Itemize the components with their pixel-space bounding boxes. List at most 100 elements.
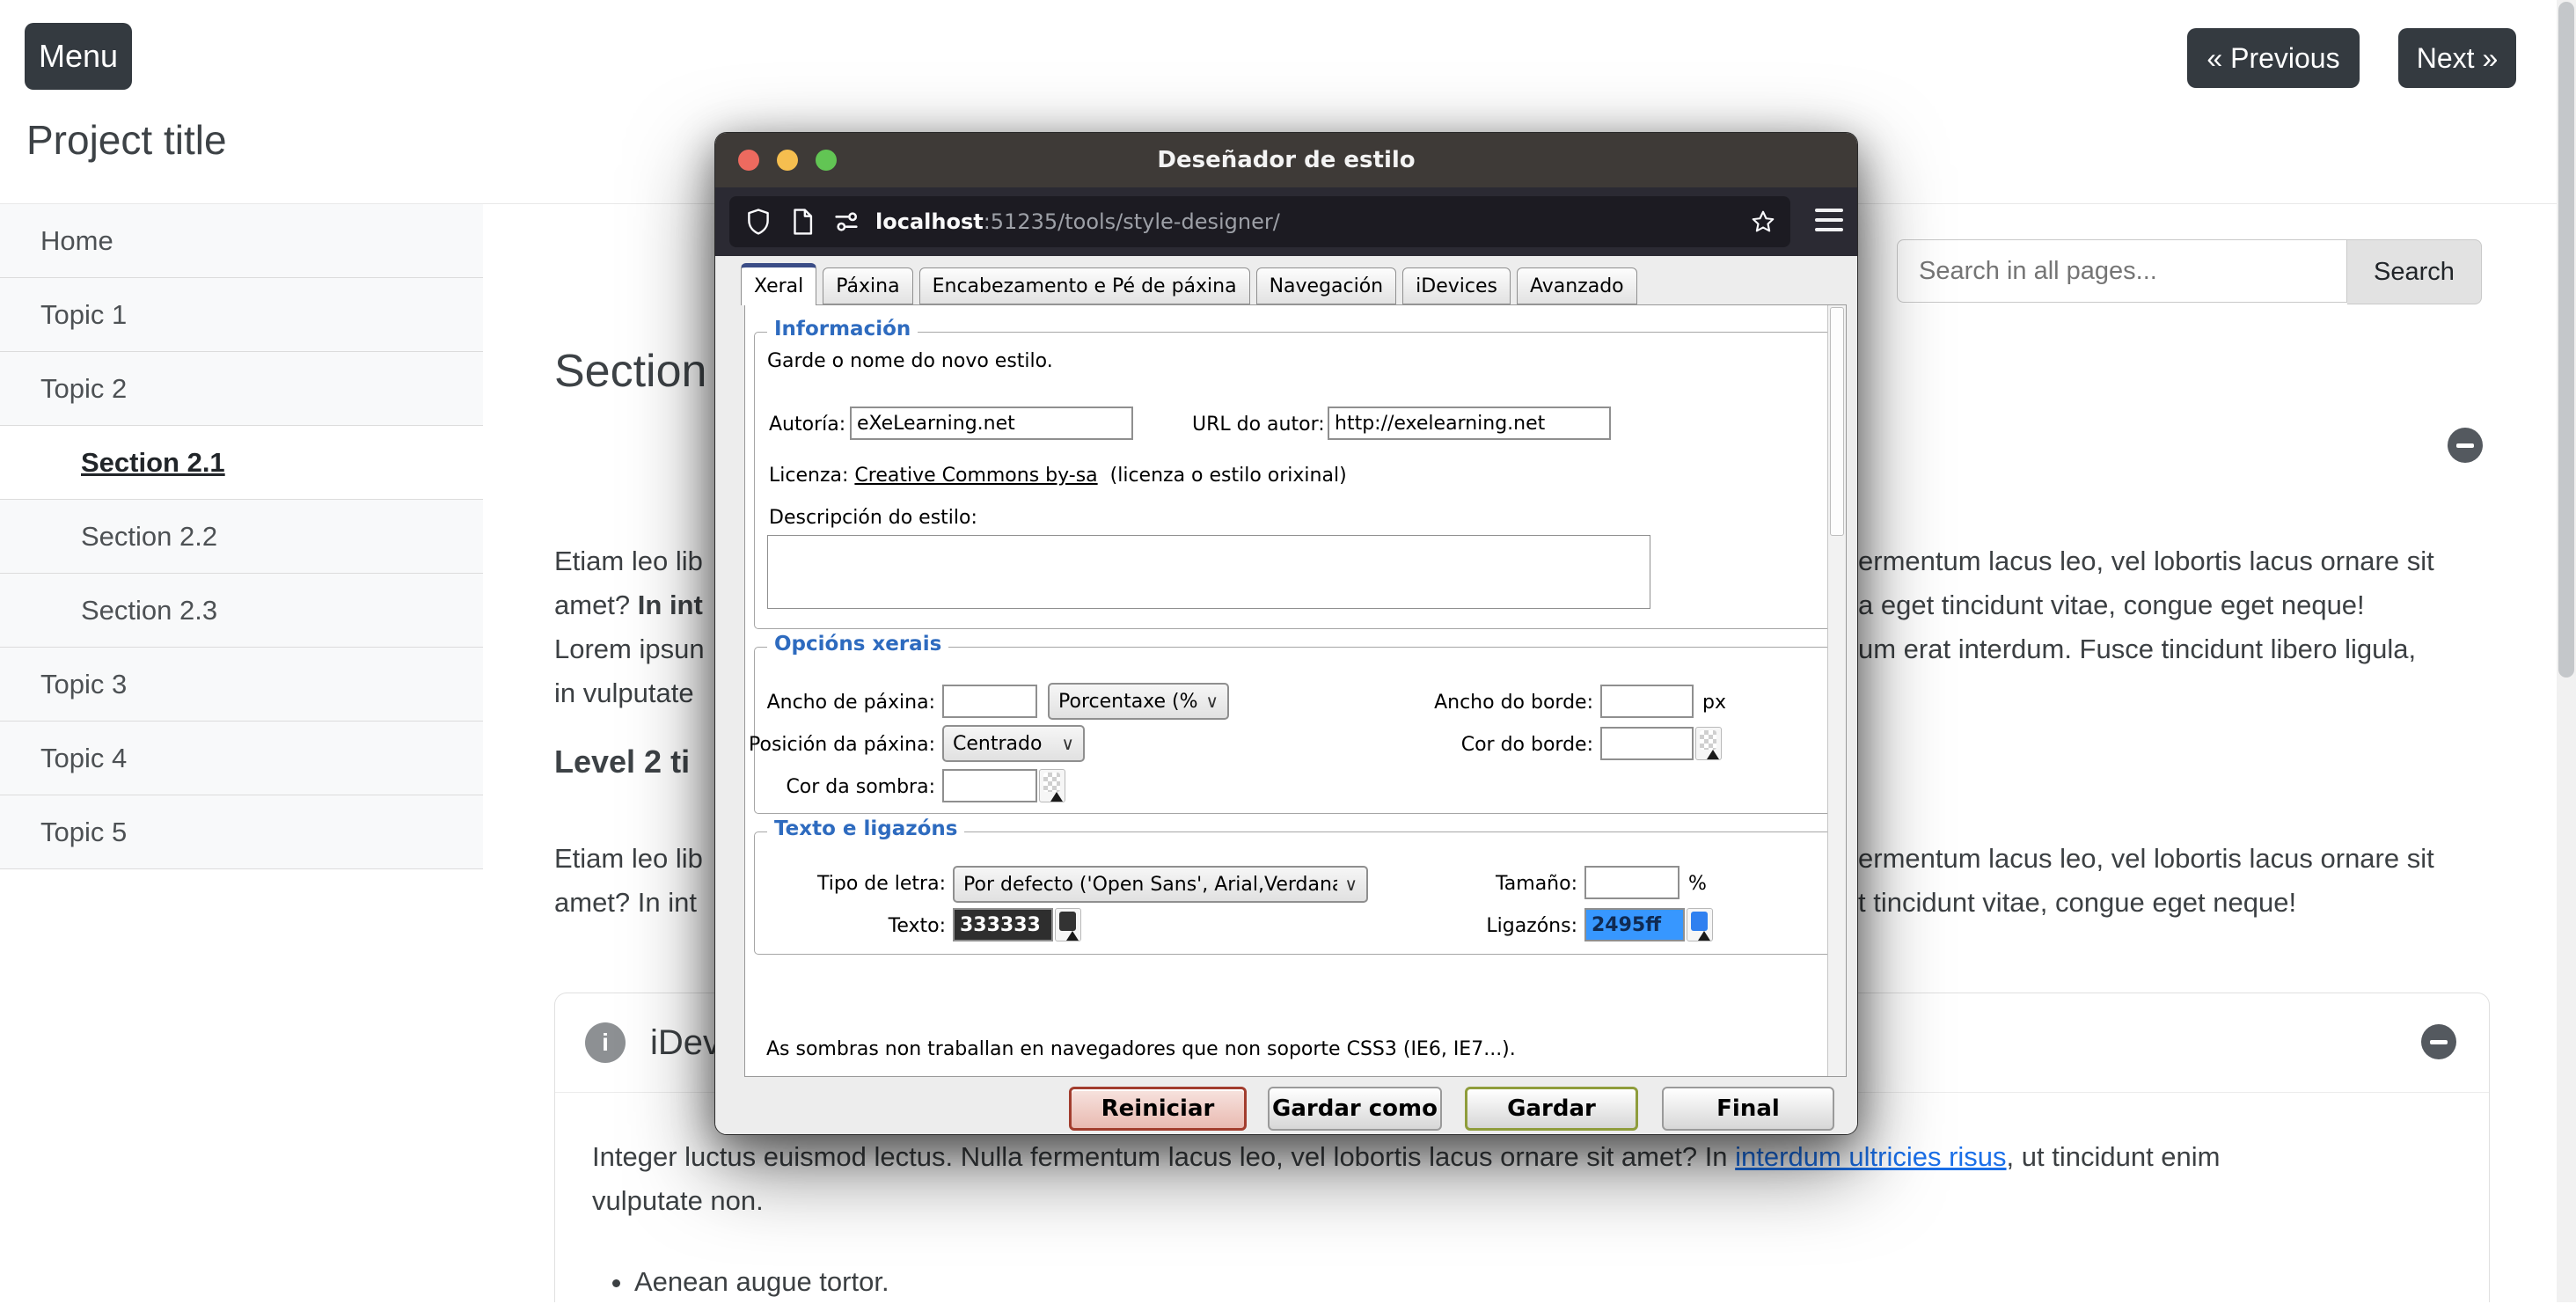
menu-button[interactable]: Menu [25, 23, 132, 90]
sidebar-item-section21[interactable]: Section 2.1 [0, 426, 483, 500]
sidebar-item-topic4[interactable]: Topic 4 [0, 722, 483, 795]
search-input[interactable] [1897, 239, 2347, 303]
reiniciar-button[interactable]: Reiniciar [1069, 1087, 1247, 1131]
permissions-icon[interactable] [831, 207, 861, 237]
sidebar-item-topic1[interactable]: Topic 1 [0, 278, 483, 352]
texto-label: Texto: [746, 915, 946, 937]
tab-avanzado[interactable]: Avanzado [1517, 267, 1637, 304]
gardar-como-button[interactable]: Gardar como [1268, 1087, 1442, 1131]
window-titlebar[interactable]: Deseñador de estilo [715, 133, 1857, 187]
idevice-collapse-icon[interactable] [2421, 1024, 2456, 1059]
sidebar-item-topic2[interactable]: Topic 2 [0, 352, 483, 426]
tab-row: Xeral Páxina Encabezamento e Pé de páxin… [741, 267, 1637, 305]
select-value: Centrado [953, 733, 1054, 755]
paragraph-fragment: Etiam leo lib [554, 546, 703, 577]
licenza-link[interactable]: Creative Commons by-sa [854, 465, 1097, 487]
paragraph-fragment: in vulputate [554, 678, 694, 709]
paragraph-fragment: amet? In int [554, 887, 697, 919]
url-path: :51235/tools/style-designer/ [984, 209, 1280, 234]
url-bar[interactable]: localhost:51235/tools/style-designer/ [729, 196, 1790, 247]
fieldset-legend: Opcións xerais [767, 633, 948, 656]
tipo-letra-select[interactable]: Por defecto ('Open Sans', Arial,Verdana,… [953, 866, 1368, 903]
close-icon[interactable] [738, 150, 759, 171]
sidebar-item-section23[interactable]: Section 2.3 [0, 574, 483, 648]
sidebar-item-home[interactable]: Home [0, 204, 483, 278]
chevron-down-icon: ∨ [1205, 691, 1218, 712]
swatch-triangle-icon [1707, 750, 1719, 759]
ligazons-color-input[interactable] [1584, 908, 1685, 941]
select-value: Por defecto ('Open Sans', Arial,Verdana,… [963, 874, 1337, 896]
tab-navegacion[interactable]: Navegación [1256, 267, 1397, 304]
ancho-unit-select[interactable]: Porcentaxe (%) ∨ [1048, 683, 1229, 720]
paragraph-text: amet? [554, 590, 638, 620]
tab-paxina[interactable]: Páxina [823, 267, 912, 304]
dialog-scrollbar-thumb[interactable] [1830, 307, 1844, 536]
search-button[interactable]: Search [2347, 239, 2482, 304]
posicion-select[interactable]: Centrado∨ [942, 725, 1085, 762]
texto-color-input[interactable] [953, 908, 1053, 941]
descripcion-textarea[interactable] [767, 535, 1650, 609]
select-value: Porcentaxe (%) [1058, 691, 1198, 713]
sidebar-item-topic3[interactable]: Topic 3 [0, 648, 483, 722]
gardar-button[interactable]: Gardar [1465, 1087, 1638, 1131]
paragraph-fragment: Lorem ipsun [554, 634, 705, 665]
cor-sombra-swatch-button[interactable] [1039, 769, 1065, 802]
dialog-scrollbar-track [1827, 305, 1846, 1076]
tab-xeral[interactable]: Xeral [741, 263, 816, 305]
tab-idevices[interactable]: iDevices [1402, 267, 1511, 304]
ancho-borde-input[interactable] [1600, 685, 1694, 718]
sidebar-item-topic5[interactable]: Topic 5 [0, 795, 483, 869]
shield-icon[interactable] [743, 207, 773, 237]
tamano-label: Tamaño: [1371, 873, 1577, 895]
next-button[interactable]: Next » [2398, 28, 2516, 88]
swatch-triangle-icon [1066, 931, 1079, 941]
search-bar: Search [1897, 239, 2482, 303]
autoria-input[interactable] [850, 407, 1133, 440]
project-title: Project title [26, 116, 227, 164]
texto-swatch-button[interactable] [1055, 908, 1081, 941]
cor-borde-swatch-button[interactable] [1695, 727, 1722, 760]
licenza-line: Licenza: Creative Commons by-sa (licenza… [769, 465, 1347, 487]
idevice-list: Aenean augue tortor. [592, 1260, 2452, 1304]
url-autor-label: URL do autor: [1192, 414, 1325, 436]
ancho-paxina-input[interactable] [942, 685, 1037, 718]
style-designer-page: Xeral Páxina Encabezamento e Pé de páxin… [715, 256, 1857, 1134]
final-button[interactable]: Final [1662, 1087, 1834, 1131]
previous-button[interactable]: « Previous [2187, 28, 2360, 88]
info-icon: i [585, 1022, 626, 1063]
idevice-text: vulputate non. [592, 1185, 764, 1216]
swatch-triangle-icon [1050, 792, 1063, 802]
paragraph-fragment: t tincidunt vitae, congue eget neque! [1858, 887, 2296, 919]
minimize-icon[interactable] [777, 150, 798, 171]
transparent-color-chip [1700, 730, 1716, 750]
cor-borde-input[interactable] [1600, 727, 1694, 760]
page-scrollbar-track [2557, 0, 2576, 1302]
maximize-icon[interactable] [816, 150, 837, 171]
browser-toolbar: localhost:51235/tools/style-designer/ [715, 187, 1857, 256]
tamano-input[interactable] [1584, 866, 1680, 899]
section-collapse-icon[interactable] [2448, 428, 2483, 463]
idevice-title: iDev [650, 1023, 721, 1063]
posicion-label: Posición da páxina: [746, 734, 935, 756]
swatch-triangle-icon [1698, 931, 1710, 941]
idevice-link[interactable]: interdum ultricies risus [1735, 1141, 2006, 1172]
paragraph-fragment: um erat interdum. Fusce tincidunt libero… [1858, 634, 2416, 665]
sidebar-item-section22[interactable]: Section 2.2 [0, 500, 483, 574]
tab-panel: Información Garde o nome do novo estilo.… [744, 304, 1847, 1077]
list-item: Aenean augue tortor. [634, 1260, 2452, 1304]
url-text: localhost:51235/tools/style-designer/ [875, 209, 1739, 234]
url-host: localhost [875, 209, 984, 234]
url-autor-input[interactable] [1328, 407, 1611, 440]
autoria-label: Autoría: [769, 414, 845, 436]
transparent-color-chip [1043, 773, 1060, 792]
cor-sombra-input[interactable] [942, 769, 1037, 802]
page-scrollbar-thumb[interactable] [2558, 2, 2574, 678]
bookmark-star-icon[interactable] [1750, 209, 1776, 235]
menu-hamburger-icon[interactable] [1815, 209, 1843, 233]
paragraph-fragment: amet? In int [554, 590, 703, 621]
fieldset-legend: Texto e ligazóns [767, 817, 964, 840]
paragraph-fragment: a eget tincidunt vitae, congue eget nequ… [1858, 590, 2365, 621]
ligazons-swatch-button[interactable] [1687, 908, 1713, 941]
tab-encabezamento[interactable]: Encabezamento e Pé de páxina [919, 267, 1250, 304]
page-info-icon[interactable] [787, 207, 817, 237]
